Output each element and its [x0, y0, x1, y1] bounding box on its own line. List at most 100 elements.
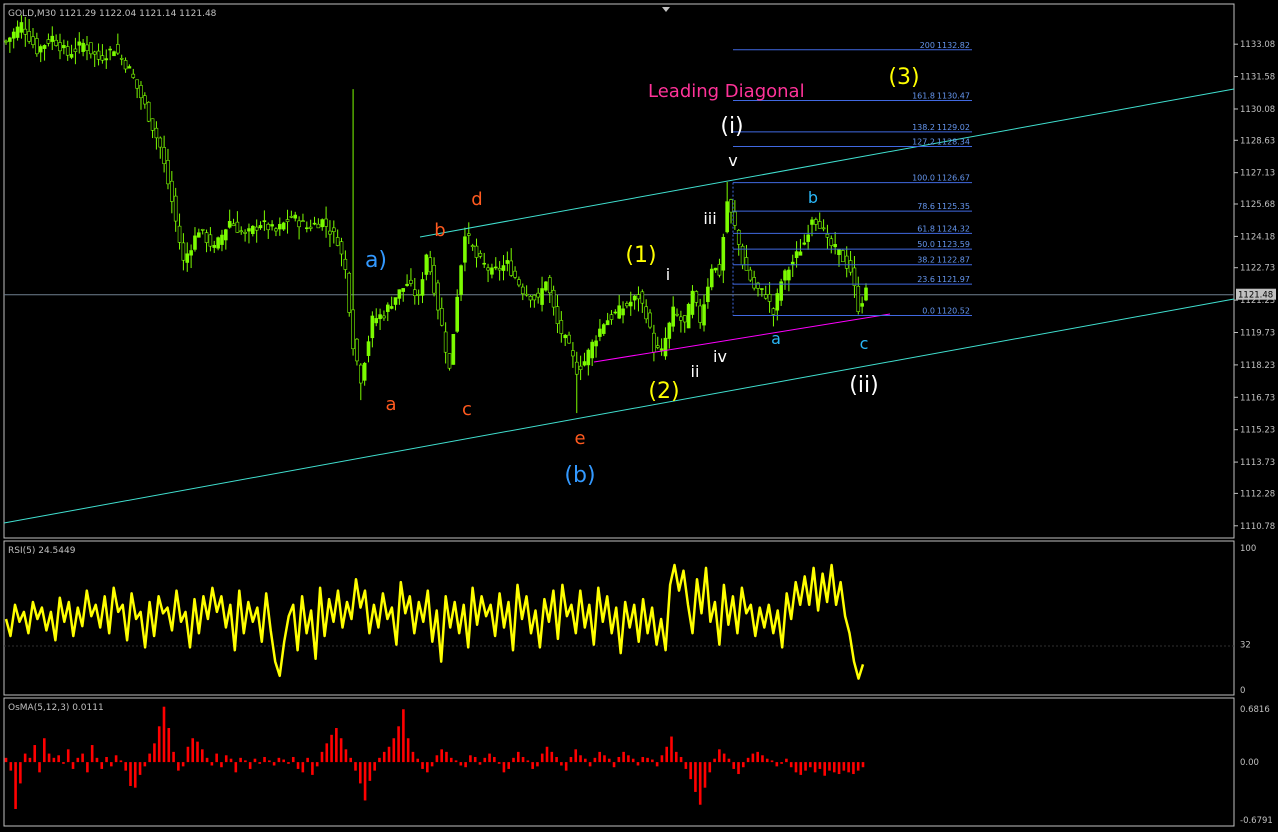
candle-body — [316, 223, 321, 229]
candle-body — [702, 304, 706, 326]
current-price-label: 1121.48 — [1238, 291, 1273, 301]
osma-bar — [832, 762, 836, 773]
osma-bar — [66, 749, 70, 763]
candle-body — [285, 219, 290, 222]
osma-bar — [277, 757, 281, 763]
candle-body — [181, 242, 186, 261]
osma-bar — [258, 762, 262, 764]
chart-canvas[interactable]: GOLD,M30 1121.29 1122.04 1121.14 1121.48… — [0, 0, 1278, 828]
candle-body — [116, 44, 120, 54]
osma-bar — [775, 762, 779, 767]
candle-body — [420, 279, 425, 296]
candle-body — [193, 235, 197, 250]
osma-bar — [818, 762, 822, 769]
candle-body — [339, 241, 344, 255]
candle-body — [320, 219, 325, 228]
osma-bar — [47, 753, 51, 763]
osma-bar — [335, 728, 338, 763]
osma-bar — [627, 755, 630, 763]
candle-body — [567, 334, 571, 344]
candle-body — [787, 269, 791, 281]
candle-body — [663, 337, 668, 357]
osma-bar — [584, 758, 587, 763]
candle-body — [212, 245, 217, 248]
candle-body — [347, 272, 352, 313]
osma-bar — [445, 751, 448, 763]
candle-body — [760, 288, 764, 290]
fib-level-ratio: 127.2 — [912, 138, 935, 147]
osma-bar — [110, 762, 113, 767]
osma-bar — [282, 759, 285, 763]
candle-body — [736, 230, 741, 245]
candle-body — [632, 295, 637, 301]
candle-body — [77, 41, 82, 46]
candle-body — [243, 231, 247, 234]
candle-body — [860, 303, 864, 307]
osma-bar — [564, 762, 568, 771]
candle-body — [173, 195, 178, 222]
fib-level-price: 1120.52 — [937, 306, 970, 315]
osma-bar — [641, 756, 645, 763]
osma-tick-label: 0.6816 — [1240, 705, 1270, 715]
candle-body — [601, 324, 606, 334]
osma-bar — [57, 755, 60, 763]
candle-body — [594, 340, 598, 347]
osma-bar — [363, 762, 367, 801]
wave-label: b — [434, 220, 445, 241]
osma-bar — [71, 762, 75, 769]
osma-bar — [813, 762, 817, 773]
osma-bar — [742, 762, 745, 768]
candle-body — [509, 260, 514, 276]
candle-body — [31, 36, 35, 45]
candle-body — [358, 364, 363, 384]
osma-bar — [426, 762, 429, 773]
osma-bar — [239, 757, 242, 763]
osma-bar — [38, 762, 41, 773]
osma-bar — [397, 726, 400, 763]
osma-bar — [469, 755, 472, 763]
fib-level-ratio: 100.0 — [912, 174, 935, 183]
osma-bar — [636, 762, 640, 766]
candle-body — [89, 42, 93, 55]
wave-label: b — [808, 188, 818, 207]
candle-body — [817, 221, 822, 229]
osma-bar — [81, 753, 84, 763]
trading-chart[interactable]: GOLD,M30 1121.29 1122.04 1121.14 1121.48… — [0, 0, 1278, 828]
wave-label: ii — [691, 362, 700, 381]
candle-body — [312, 222, 317, 225]
osma-bar — [19, 762, 22, 784]
osma-bar — [847, 762, 850, 773]
candle-body — [96, 50, 101, 60]
fib-level-price: 1123.59 — [937, 240, 970, 249]
osma-bar — [665, 746, 669, 763]
candle-body — [833, 244, 837, 248]
candle-body — [729, 199, 733, 213]
candle-body — [119, 58, 124, 60]
candle-body — [625, 303, 629, 307]
wave-label: v — [728, 151, 737, 170]
candle-body — [35, 38, 39, 55]
osma-tick-label: 0.00 — [1240, 758, 1259, 768]
candle-body — [397, 289, 402, 299]
candle-body — [150, 118, 155, 131]
osma-bar — [205, 757, 209, 763]
candle-body — [355, 338, 359, 362]
osma-bar — [148, 753, 151, 763]
osma-bar — [794, 762, 798, 773]
fib-level-ratio: 23.6 — [917, 275, 935, 284]
osma-bar — [593, 757, 597, 763]
osma-bar — [224, 755, 228, 763]
candle-body — [848, 260, 853, 273]
candle-body — [667, 322, 672, 339]
osma-bar — [612, 762, 616, 768]
osma-bar — [617, 756, 621, 763]
wave-label: (b) — [564, 463, 595, 488]
fib-level-price: 1126.67 — [937, 174, 970, 183]
candle-body — [166, 160, 170, 185]
osma-bar — [852, 762, 855, 775]
candle-body — [636, 294, 641, 300]
osma-bar — [62, 762, 65, 764]
candle-body — [177, 225, 182, 243]
candle-body — [81, 42, 85, 52]
candle-body — [598, 328, 602, 337]
